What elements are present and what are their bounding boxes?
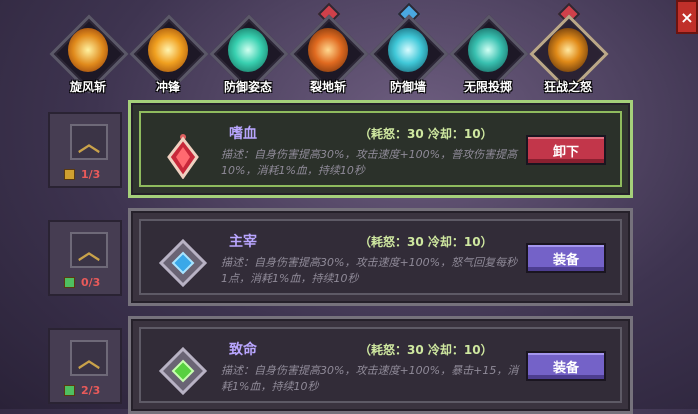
- chevron-up-icon: ︿: [77, 240, 100, 265]
- upgrade-button[interactable]: ︿: [70, 124, 108, 160]
- skill-card[interactable]: 嗜血 （耗怒：30 冷却：10） 描述：自身伤害提高30%，攻击速度+100%，…: [128, 100, 633, 198]
- skill-description: 描述：自身伤害提高30%，攻击速度+100%，普攻伤害提高10%，消耗1%血，持…: [221, 148, 518, 177]
- skill-row: ︿ 0/3 主宰 （耗怒：30 冷却：10） 描述：自身伤害提高30%，攻击速度…: [48, 208, 633, 306]
- defense-wall-icon: [388, 28, 428, 72]
- skill-cost: （耗怒：30 冷却：10）: [359, 235, 493, 249]
- skill-description: 描述：自身伤害提高30%，攻击速度+100%，暴击+15，消耗1%血，持续10秒: [221, 364, 519, 393]
- skill-tab-bar: 旋风斩 冲锋 防御姿态 裂地斩 防御墙 无限投掷 狂战之怒: [48, 2, 618, 98]
- bloodthirst-icon: [167, 134, 199, 179]
- close-button[interactable]: ×: [676, 0, 698, 34]
- unequip-button[interactable]: 卸下: [526, 135, 606, 165]
- tab-berserk-rage[interactable]: 狂战之怒: [528, 2, 609, 98]
- skill-row: ︿ 2/3 致命 （耗怒：30 冷却：10） 描述：自身伤害提高30%，攻击速度…: [48, 316, 633, 414]
- dominate-icon: [159, 239, 207, 287]
- skill-card[interactable]: 主宰 （耗怒：30 冷却：10） 描述：自身伤害提高30%，攻击速度+100%，…: [128, 208, 633, 306]
- upgrade-panel: ︿ 0/3: [48, 220, 122, 296]
- tab-whirlwind[interactable]: 旋风斩: [48, 6, 129, 98]
- infinite-throw-icon: [468, 28, 508, 72]
- tab-infinite-throw[interactable]: 无限投掷: [448, 6, 529, 98]
- equip-button[interactable]: 装备: [526, 243, 606, 273]
- skill-description: 描述：自身伤害提高30%，攻击速度+100%，怒气回复每秒1点，消耗1%血，持续…: [221, 256, 518, 285]
- level-icon: [64, 169, 75, 180]
- upgrade-panel: ︿ 2/3: [48, 328, 122, 404]
- upgrade-panel: ︿ 1/3: [48, 112, 122, 188]
- level-icon: [64, 277, 75, 288]
- upgrade-button[interactable]: ︿: [70, 340, 108, 376]
- tab-earth-split[interactable]: 裂地斩: [288, 2, 369, 98]
- equip-button[interactable]: 装备: [526, 351, 606, 381]
- skill-name: 致命: [229, 342, 257, 358]
- skill-name: 嗜血: [229, 126, 257, 142]
- berserk-rage-icon: [548, 28, 588, 72]
- level-text: 1/3: [81, 168, 101, 181]
- skill-name: 主宰: [229, 234, 257, 250]
- whirlwind-icon: [68, 28, 108, 72]
- charge-icon: [148, 28, 188, 72]
- level-icon: [64, 385, 75, 396]
- tab-defense-stance[interactable]: 防御姿态: [208, 6, 289, 98]
- skill-cost: （耗怒：30 冷却：10）: [359, 343, 493, 357]
- level-text: 2/3: [81, 384, 101, 397]
- skill-cost: （耗怒：30 冷却：10）: [359, 127, 493, 141]
- tab-charge[interactable]: 冲锋: [128, 6, 209, 98]
- chevron-up-icon: ︿: [77, 132, 100, 157]
- upgrade-button[interactable]: ︿: [70, 232, 108, 268]
- level-text: 0/3: [81, 276, 101, 289]
- chevron-up-icon: ︿: [77, 348, 100, 373]
- earth-split-icon: [308, 28, 348, 72]
- defense-stance-icon: [228, 28, 268, 72]
- skill-row: ︿ 1/3 嗜血 （耗怒：30 冷却：10） 描述：自身伤害提高30%，攻击速度…: [48, 100, 633, 198]
- skill-card[interactable]: 致命 （耗怒：30 冷却：10） 描述：自身伤害提高30%，攻击速度+100%，…: [128, 316, 633, 414]
- tab-defense-wall[interactable]: 防御墙: [368, 2, 449, 98]
- lethal-icon: [159, 347, 207, 395]
